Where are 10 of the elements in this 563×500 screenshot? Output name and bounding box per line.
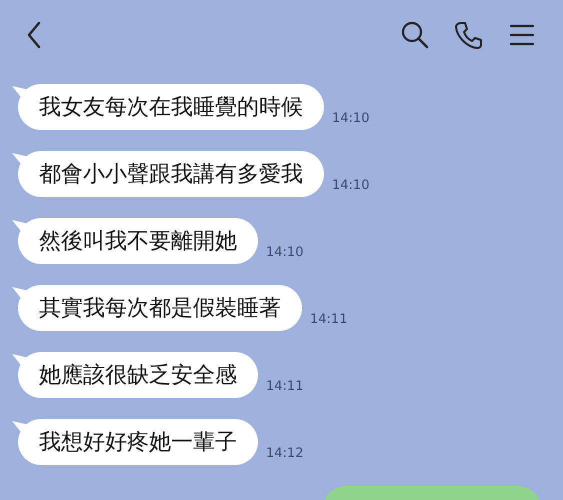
message-time: 14:12 bbox=[266, 446, 304, 461]
message-time: 14:10 bbox=[266, 245, 304, 260]
phone-icon[interactable] bbox=[455, 21, 483, 49]
message-time: 14:11 bbox=[266, 379, 304, 394]
message-time: 14:10 bbox=[332, 178, 370, 193]
back-icon[interactable] bbox=[26, 21, 42, 49]
message-time: 14:10 bbox=[332, 111, 370, 126]
menu-icon[interactable] bbox=[509, 23, 535, 47]
search-icon[interactable] bbox=[401, 21, 429, 49]
message-time: 14:11 bbox=[310, 312, 348, 327]
